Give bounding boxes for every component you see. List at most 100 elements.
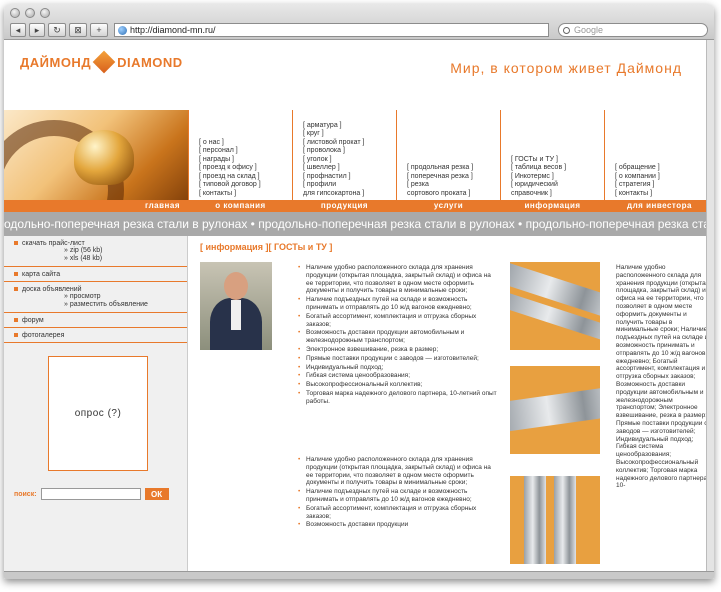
side-text: Наличие удобно расположенного склада для… [616,264,710,490]
search-icon [563,26,570,34]
nav-link[interactable]: [ листовой прокат ] [303,139,364,148]
nav-link[interactable]: [ награды ] [199,156,261,165]
browser-toolbar: ◂ ▸ ↻ ⊠ + http://diamond-mn.ru/ Google [10,22,708,38]
site-slogan: Мир, в котором живет Даймонд [450,60,682,76]
main-navigation: главная [ о нас ] [ персонал ] [ награды… [4,110,714,212]
nav-link[interactable]: [ о компании ] [615,173,660,182]
steel-profile-image [554,476,576,564]
nav-link[interactable]: [ швеллер ] [303,164,364,173]
list-item: Наличие подъездных путей на складе и воз… [298,488,498,504]
nav-link[interactable]: [ контакты ] [199,190,261,199]
nav-links-products: [ арматура ] [ круг ] [ листовой прокат … [303,122,364,199]
nav-link[interactable]: [ проволока ] [303,147,364,156]
nav-link[interactable]: [ ГОСТы и ТУ ] [511,156,566,165]
list-item: Торговая марка надежного делового партне… [298,390,498,406]
bookmark-icon[interactable]: ⊠ [69,23,87,37]
sidebar-item-forum[interactable]: форум [4,313,187,328]
nav-link[interactable]: [ поперечная резка ] [407,173,473,182]
browser-search-field[interactable]: Google [558,23,708,37]
nav-link[interactable]: [ арматура ] [303,122,364,131]
sidebar: скачать прайс-лист » zip (56 kb) » xls (… [4,236,188,579]
back-button[interactable]: ◂ [10,23,26,37]
bullet-icon [14,318,18,323]
hero-teapot [74,130,134,185]
nav-link[interactable]: [ о нас ] [199,139,261,148]
sidebar-item-label: фотогалерея [22,332,65,339]
nav-link[interactable]: [ уголок ] [303,156,364,165]
close-window-button[interactable] [10,8,20,18]
nav-link[interactable]: [ стратегия ] [615,181,660,190]
list-item: Прямые поставки продукции с заводов — из… [298,355,498,363]
nav-tab-company[interactable]: о компания [189,200,292,212]
board-post-link[interactable]: » разместить объявление [14,301,187,309]
browser-titlebar: ◂ ▸ ↻ ⊠ + http://diamond-mn.ru/ Google [4,4,714,40]
nav-link[interactable]: [ Инкотермс ] [511,173,566,182]
minimize-window-button[interactable] [25,8,35,18]
nav-column-information: [ ГОСТы и ТУ ] [ таблица весов ] [ Инкот… [500,110,604,212]
list-item: Наличие подъездных путей на складе и воз… [298,296,498,312]
add-bookmark-button[interactable]: + [90,23,108,37]
price-zip-link[interactable]: » zip (56 kb) [14,247,187,255]
sidebar-item-sitemap[interactable]: карта сайта [4,267,187,282]
news-ticker: одольно-поперечная резка стали в рулонах… [4,212,714,236]
nav-tab-investors[interactable]: для инвестора [605,200,714,212]
nav-link[interactable]: [ проезд на склад ] [199,173,261,182]
nav-link[interactable]: [ таблица весов ] [511,164,566,173]
poll-box[interactable]: опрос (?) [48,356,148,471]
logo-ru: ДАЙМОНД [20,54,92,70]
address-bar[interactable]: http://diamond-mn.ru/ [114,23,549,37]
steel-profile-image [510,385,600,433]
nav-link[interactable]: [ профнастил ] [303,173,364,182]
director-photo [200,262,272,350]
list-item: Индивидуальный подход; [298,364,498,372]
sidebar-item-label[interactable]: доска объявлений [22,286,82,293]
nav-tab-information[interactable]: информация [501,200,604,212]
nav-tab-services[interactable]: услуги [397,200,500,212]
sidebar-item-board: доска объявлений » просмотр » разместить… [4,282,187,313]
product-image-stud [510,476,600,564]
nav-link[interactable]: сортового проката ] [407,190,473,199]
search-label: поиск: [14,490,37,498]
nav-link[interactable]: [ проезд к офису ] [199,164,261,173]
nav-link[interactable]: [ профили [303,181,364,190]
diamond-logo-icon [92,50,116,74]
price-xls-link[interactable]: » xls (48 kb) [14,255,187,263]
nav-link[interactable]: справочник ] [511,190,566,199]
nav-tab-home[interactable]: главная [4,200,188,212]
nav-link[interactable]: [ продольная резка ] [407,164,473,173]
steel-profile-image [524,476,546,564]
hero-image: главная [4,110,188,212]
sidebar-item-photos[interactable]: фотогалерея [4,328,187,343]
sidebar-item-price: скачать прайс-лист » zip (56 kb) » xls (… [4,236,187,267]
site-logo[interactable]: ДАЙМОНД DIAMOND [20,50,183,74]
photo-shirt [231,300,241,330]
photo-head [224,272,248,300]
globe-icon [118,25,127,35]
vertical-scrollbar[interactable] [706,40,714,579]
product-image-channel [510,262,600,350]
nav-link[interactable]: для гипсокартона ] [303,190,364,199]
main-area: скачать прайс-лист » zip (56 kb) » xls (… [4,236,714,579]
nav-link[interactable]: [ контакты ] [615,190,660,199]
search-submit-button[interactable]: ОК [144,488,169,500]
nav-link[interactable]: [ персонал ] [199,147,261,156]
nav-link[interactable]: [ типовой договор ] [199,181,261,190]
forward-button[interactable]: ▸ [29,23,45,37]
nav-link[interactable]: [ круг ] [303,130,364,139]
reload-button[interactable]: ↻ [48,23,66,37]
breadcrumb: [ информация ][ ГОСТы и ТУ ] [200,242,333,252]
nav-tab-products[interactable]: продукция [293,200,396,212]
logo-en: DIAMOND [117,54,183,70]
search-input[interactable] [40,488,141,500]
sidebar-item-label: карта сайта [22,271,61,278]
nav-link[interactable]: [ юридический [511,181,566,190]
address-bar-url: http://diamond-mn.ru/ [130,25,216,35]
site-search: поиск: ОК [14,488,169,500]
nav-link[interactable]: [ обращение ] [615,164,660,173]
nav-link[interactable]: [ резка [407,181,473,190]
nav-column-services: [ продольная резка ] [ поперечная резка … [396,110,500,212]
sidebar-item-label[interactable]: скачать прайс-лист [22,240,85,247]
zoom-window-button[interactable] [40,8,50,18]
product-image-profile [510,366,600,454]
board-view-link[interactable]: » просмотр [14,293,187,301]
